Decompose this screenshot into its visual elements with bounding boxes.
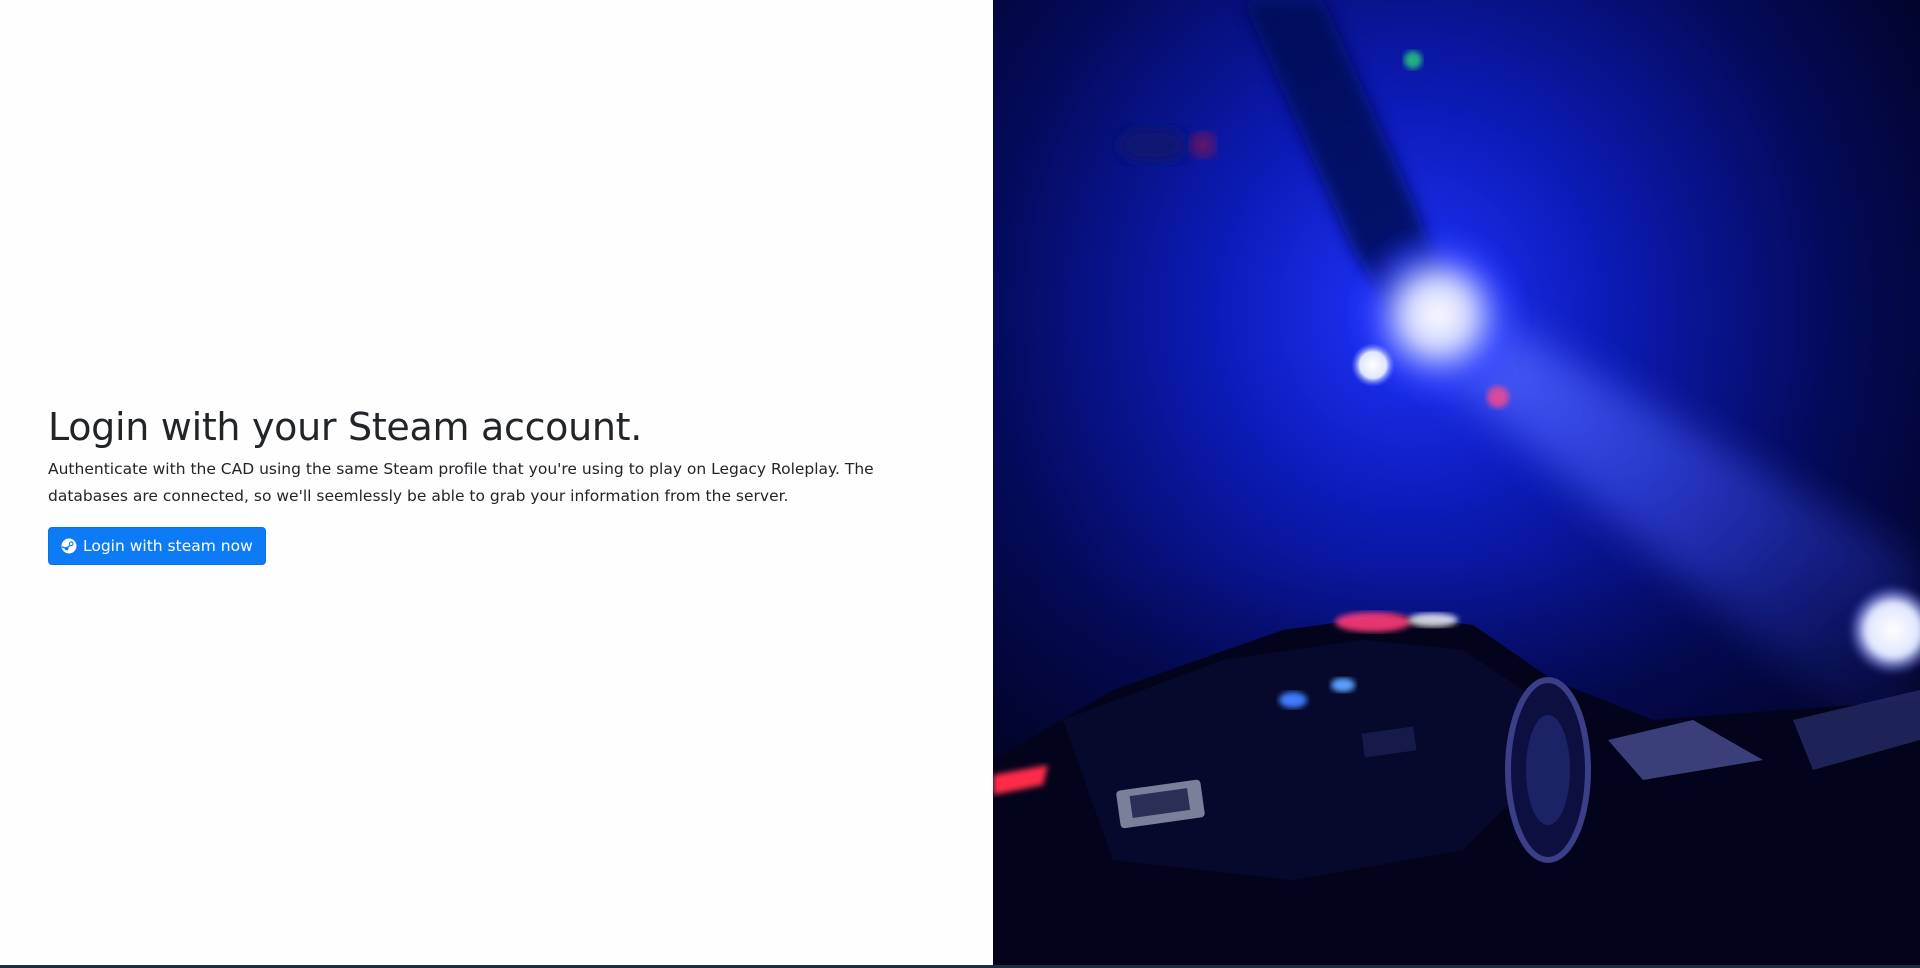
login-description: Authenticate with the CAD using the same… bbox=[48, 460, 874, 505]
login-block: Login with your Steam account. Authentic… bbox=[48, 404, 968, 565]
steam-icon bbox=[61, 538, 77, 554]
hero-image bbox=[993, 0, 1920, 968]
police-car-image bbox=[993, 0, 1920, 968]
login-page: Login with your Steam account. Authentic… bbox=[0, 0, 1920, 968]
page-title: Login with your Steam account. bbox=[48, 405, 643, 449]
login-with-steam-label: Login with steam now bbox=[83, 537, 253, 555]
login-with-steam-button[interactable]: Login with steam now bbox=[48, 527, 266, 565]
login-panel: Login with your Steam account. Authentic… bbox=[0, 0, 993, 968]
